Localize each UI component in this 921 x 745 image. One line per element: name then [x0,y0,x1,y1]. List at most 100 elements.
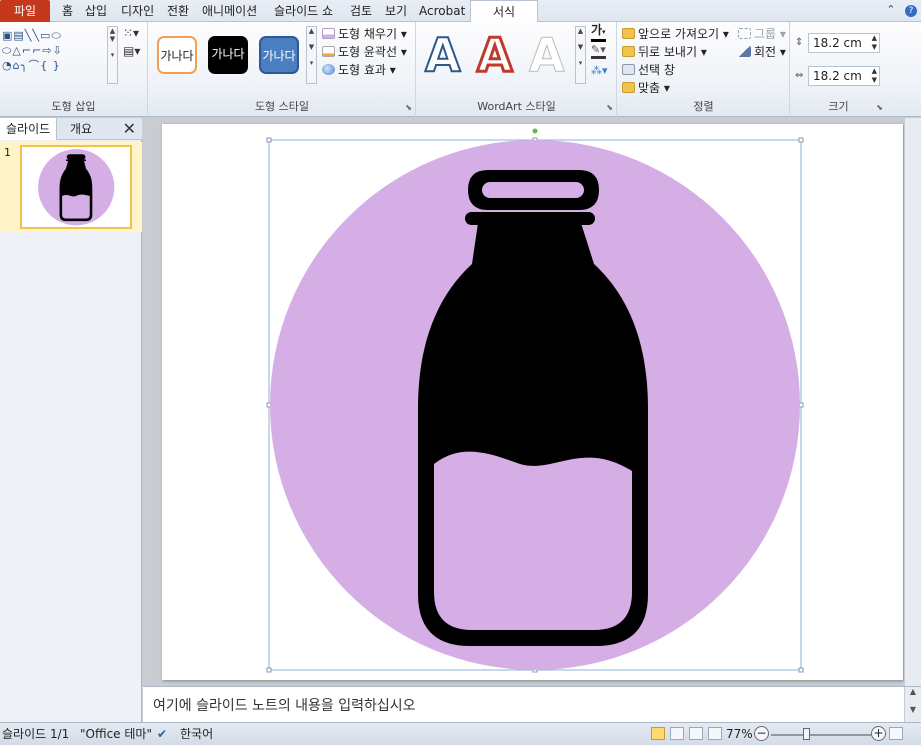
group-label-shape-styles: 도형 스타일 [254,100,310,113]
shapes-gallery[interactable]: ▣▤╲╲▭⬭ ⬭△⌐⌐⇨⇩ ◔⌂╮⌒{ } [2,28,106,73]
status-bar: 슬라이드 1/1 "Office 테마" ✔ 한국어 77% − + [0,722,921,745]
edit-shape-icon[interactable]: ⁙▾ [123,26,139,40]
group-shape-styles: 가나다 가나다 가나다 ▲ ▼ ▾ 도형 채우기 ▾ 도형 윤곽선 ▾ 도형 효과 … [149,22,416,117]
width-spinner-icon[interactable]: ▲ ▼ [872,67,877,85]
slide-thumbnail-row[interactable]: 1 [0,142,142,232]
shape-width-input[interactable]: 18.2 cm ▲ ▼ [808,66,880,86]
rotate-button[interactable]: 회전 ▾ [738,43,786,60]
group-label-arrange: 정렬 [693,100,714,113]
shapes-row-2: ⬭△⌐⌐⇨⇩ [2,44,63,57]
minimize-ribbon-icon[interactable]: ⌃ [886,3,895,16]
shape-style-preset-outline[interactable]: 가나다 [157,36,197,74]
ribbon-tab-bar: 파일 홈 삽입 디자인 전환 애니메이션 슬라이드 쇼 검토 보기 Acroba… [0,0,921,23]
shapes-row-3: ◔⌂╮⌒{ } [2,59,61,72]
bring-forward-button[interactable]: 앞으로 가져오기 ▾ [622,25,729,42]
shape-styles-dialog-launcher-icon[interactable]: ⬊ [405,103,412,112]
tab-design[interactable]: 디자인 [117,0,158,22]
tab-animations[interactable]: 애니메이션 [198,0,261,22]
shape-fill-label: 도형 채우기 [338,27,398,41]
group-insert-shapes: ▣▤╲╲▭⬭ ⬭△⌐⌐⇨⇩ ◔⌂╮⌒{ } ▲ ▼ ▾ ⁙▾ ▤▾ 도형 삽입 [0,22,148,117]
rotation-handle[interactable] [532,128,538,134]
shape-height-input[interactable]: 18.2 cm ▲ ▼ [808,33,880,53]
shape-fill-button[interactable]: 도형 채우기 ▾ [322,25,407,42]
zoom-slider-track[interactable] [771,734,871,736]
wordart-style-blue-outline[interactable]: A [424,29,462,81]
tab-view[interactable]: 보기 [381,0,411,22]
reading-view-icon[interactable] [689,727,703,740]
group-button[interactable]: 그룹 ▾ [738,25,786,42]
wordart-style-red-outline[interactable]: A [476,29,515,82]
bring-forward-icon [622,28,635,39]
shape-effects-icon [322,64,335,75]
shape-width-icon: ⇔ [795,70,804,81]
shape-effects-button[interactable]: 도형 효과 ▾ [322,61,396,78]
tab-outline[interactable]: 개요 [64,118,98,140]
shapes-gallery-scroll[interactable]: ▲ ▼ ▾ [107,26,118,84]
text-fill-button[interactable]: 가▾ [591,24,606,42]
slide-thumbnail[interactable] [20,145,132,229]
fit-to-window-icon[interactable] [889,727,903,740]
zoom-level[interactable]: 77% [726,723,753,745]
size-dialog-launcher-icon[interactable]: ⬊ [876,103,883,112]
slide-graphic [266,128,804,673]
shape-styles-scroll[interactable]: ▲ ▼ ▾ [306,26,317,84]
shape-style-preset-blue[interactable]: 가나다 [259,36,299,74]
shape-style-preset-black[interactable]: 가나다 [208,36,248,74]
theme-name: "Office 테마" [80,727,152,741]
tab-slideshow[interactable]: 슬라이드 쇼 [270,0,337,22]
tab-home[interactable]: 홈 [58,0,77,22]
send-backward-label: 뒤로 보내기 [638,45,698,59]
selection-pane-label: 선택 창 [638,63,675,77]
text-outline-icon[interactable]: ✎▾ [591,44,606,59]
tab-file[interactable]: 파일 [0,0,50,22]
help-icon[interactable]: ? [905,5,917,17]
send-backward-button[interactable]: 뒤로 보내기 ▾ [622,43,707,60]
language-indicator[interactable]: 한국어 [180,723,213,745]
paint-bucket-icon [322,28,335,39]
notes-scrollbar[interactable]: ▲ ▼ [904,687,921,723]
notes-placeholder[interactable]: 여기에 슬라이드 노트의 내용을 입력하십시오 [153,695,416,715]
rotate-label: 회전 [754,45,777,59]
group-size: ⇕ 18.2 cm ▲ ▼ ⇔ 18.2 cm ▲ ▼ 크기 ⬊ [791,22,886,117]
wordart-styles-scroll[interactable]: ▲ ▼ ▾ [575,26,586,84]
window-corner-controls: ⌃ ? [880,3,917,17]
shape-width-value: 18.2 cm [813,69,862,83]
zoom-out-icon[interactable]: − [754,726,769,741]
slides-panel: 슬라이드 개요 ✕ 1 [0,118,142,722]
send-backward-icon [622,46,635,57]
slide-sorter-view-icon[interactable] [670,727,684,740]
group-label: 그룹 [754,27,777,41]
height-spinner-icon[interactable]: ▲ ▼ [872,34,877,52]
slide-canvas[interactable] [162,124,903,680]
text-effects-icon[interactable]: ⁂▾ [591,64,608,77]
align-button[interactable]: 맞춤 ▾ [622,79,670,96]
selection-pane-button[interactable]: 선택 창 [622,61,675,78]
group-wordart-styles: A A A ▲ ▼ ▾ 가▾ ✎▾ ⁂▾ WordArt 스타일 ⬊ [417,22,617,117]
zoom-slider-thumb[interactable] [803,728,810,740]
group-label-wordart-styles: WordArt 스타일 [477,100,556,113]
zoom-in-icon[interactable]: + [871,726,886,741]
tab-format[interactable]: 서식 [470,0,538,23]
spell-check-icon[interactable]: ✔ [157,723,167,745]
text-box-icon[interactable]: ▤▾ [123,44,140,58]
tab-acrobat[interactable]: Acrobat [415,0,469,22]
shape-effects-label: 도형 효과 [338,63,386,77]
tab-insert[interactable]: 삽입 [81,0,111,22]
ribbon: ▣▤╲╲▭⬭ ⬭△⌐⌐⇨⇩ ◔⌂╮⌒{ } ▲ ▼ ▾ ⁙▾ ▤▾ 도형 삽입 가나… [0,22,921,117]
normal-view-icon[interactable] [651,727,665,740]
close-panel-icon[interactable]: ✕ [123,119,136,139]
vertical-scrollbar[interactable] [904,118,921,686]
notes-pane[interactable]: 여기에 슬라이드 노트의 내용을 입력하십시오 ▲ ▼ [143,686,921,723]
tab-transitions[interactable]: 전환 [163,0,193,22]
thumbnail-bottle-graphic [38,149,115,226]
tab-review[interactable]: 검토 [346,0,376,22]
group-label-size: 크기 [828,100,849,113]
wordart-style-gray-outline[interactable]: A [529,30,566,81]
rotate-icon [738,46,751,57]
align-label: 맞춤 [638,81,661,95]
shape-outline-button[interactable]: 도형 윤곽선 ▾ [322,43,407,60]
wordart-dialog-launcher-icon[interactable]: ⬊ [606,103,613,112]
slideshow-view-icon[interactable] [708,727,722,740]
slide-count: 슬라이드 1/1 [2,727,70,741]
tab-slides[interactable]: 슬라이드 [0,118,58,140]
